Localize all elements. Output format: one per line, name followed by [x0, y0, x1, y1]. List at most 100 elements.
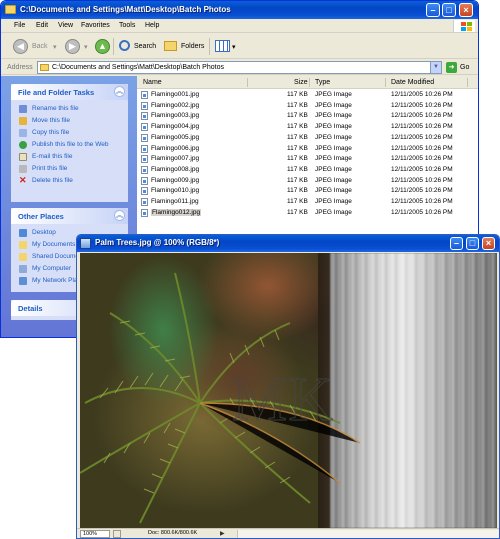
address-dropdown-icon[interactable]: ▼: [430, 62, 441, 73]
menu-bar: File Edit View Favorites Tools Help: [1, 19, 478, 33]
menu-file[interactable]: File: [14, 22, 25, 29]
go-arrow-icon[interactable]: ➜: [446, 62, 457, 73]
back-dropdown-icon[interactable]: ▾: [53, 43, 57, 51]
file-name[interactable]: Flamingo011.jpg: [151, 198, 199, 205]
menu-help[interactable]: Help: [145, 22, 159, 29]
explorer-title-bar[interactable]: C:\Documents and Settings\Matt\Desktop\B…: [1, 1, 478, 19]
zoom-field[interactable]: 100%: [80, 530, 110, 538]
file-row[interactable]: Flamingo008.jpg 117 KB JPEG Image 12/11/200…: [137, 165, 478, 175]
file-row[interactable]: Flamingo009.jpg 117 KB JPEG Image 12/11/200…: [137, 176, 478, 186]
go-button[interactable]: Go: [460, 64, 469, 71]
panel-title: Other Places: [18, 212, 64, 221]
address-bar: Address C:\Documents and Settings\Matt\D…: [1, 60, 478, 75]
jpeg-file-icon: [141, 176, 148, 185]
menu-edit[interactable]: Edit: [36, 22, 48, 29]
search-button[interactable]: Search: [134, 43, 156, 50]
file-name[interactable]: Flamingo009.jpg: [151, 177, 199, 184]
column-type[interactable]: Type: [315, 79, 330, 86]
photoshop-document-window: Palm Trees.jpg @ 100% (RGB/8*) – □ × MK …: [76, 234, 500, 539]
file-type: JPEG Image: [315, 198, 352, 205]
menu-tools[interactable]: Tools: [119, 22, 135, 29]
back-button-label[interactable]: Back: [32, 43, 48, 50]
task-label[interactable]: E-mail this file: [32, 153, 72, 160]
image-canvas[interactable]: MK: [80, 253, 497, 528]
file-date-modified: 12/11/2005 10:26 PM: [391, 123, 453, 131]
delete-icon: ✕: [19, 175, 27, 185]
explorer-window-title: C:\Documents and Settings\Matt\Desktop\B…: [20, 5, 231, 14]
document-title-bar[interactable]: Palm Trees.jpg @ 100% (RGB/8*) – □ ×: [77, 235, 499, 252]
place-label[interactable]: My Documents: [32, 241, 75, 248]
place-label[interactable]: Desktop: [32, 229, 56, 236]
column-divider[interactable]: [467, 78, 468, 87]
file-name[interactable]: Flamingo010.jpg: [151, 187, 199, 194]
folders-icon[interactable]: [164, 41, 177, 51]
file-name[interactable]: Flamingo003.jpg: [151, 112, 199, 119]
file-row[interactable]: Flamingo005.jpg 117 KB JPEG Image 12/11/200…: [137, 133, 478, 143]
file-name[interactable]: Flamingo007.jpg: [151, 155, 199, 162]
file-name[interactable]: Flamingo002.jpg: [151, 102, 199, 109]
folders-button[interactable]: Folders: [181, 43, 204, 50]
file-row[interactable]: Flamingo004.jpg 117 KB JPEG Image 12/11/200…: [137, 122, 478, 132]
jpeg-file-icon: [141, 155, 148, 164]
column-name[interactable]: Name: [143, 79, 162, 86]
forward-dropdown-icon[interactable]: ▾: [84, 43, 88, 51]
task-label[interactable]: Print this file: [32, 165, 67, 172]
file-name[interactable]: Flamingo004.jpg: [151, 123, 199, 130]
column-divider[interactable]: [385, 78, 386, 87]
maximize-button[interactable]: □: [466, 237, 479, 250]
task-label[interactable]: Copy this file: [32, 129, 69, 136]
file-row[interactable]: Flamingo006.jpg 117 KB JPEG Image 12/11/200…: [137, 144, 478, 154]
up-folder-icon[interactable]: ▲: [95, 39, 110, 54]
forward-arrow-icon[interactable]: ▶: [65, 39, 80, 54]
column-divider[interactable]: [247, 78, 248, 87]
horizontal-scrollbar[interactable]: [237, 530, 499, 538]
file-folder-tasks-header[interactable]: File and Folder Tasks ︽: [11, 84, 128, 100]
photoshop-document-icon: [80, 238, 91, 249]
status-menu-arrow-icon[interactable]: ▶: [220, 530, 225, 537]
jpeg-file-icon: [141, 198, 148, 206]
file-date-modified: 12/11/2005 10:26 PM: [391, 176, 453, 184]
file-date-modified: 12/11/2005 10:26 PM: [391, 208, 453, 216]
collapse-chevron-icon[interactable]: ︽: [114, 210, 125, 221]
column-divider[interactable]: [309, 78, 310, 87]
file-date-modified: 12/11/2005 10:26 PM: [391, 133, 453, 141]
back-arrow-icon[interactable]: ◀: [13, 39, 28, 54]
task-label[interactable]: Delete this file: [32, 177, 73, 184]
file-row[interactable]: Flamingo012.jpg 117 KB JPEG Image 12/11/200…: [137, 208, 478, 218]
file-name[interactable]: Flamingo005.jpg: [151, 134, 199, 141]
views-dropdown-icon[interactable]: ▾: [232, 43, 236, 51]
menu-favorites[interactable]: Favorites: [81, 22, 110, 29]
navigator-icon[interactable]: [113, 530, 121, 538]
doc-size-info: Doc: 800.6K/800.6K: [148, 530, 198, 536]
column-date-modified[interactable]: Date Modified: [391, 79, 434, 86]
close-button[interactable]: ×: [459, 3, 473, 17]
file-row[interactable]: Flamingo002.jpg 117 KB JPEG Image 12/11/200…: [137, 101, 478, 111]
close-button[interactable]: ×: [482, 237, 495, 250]
task-label[interactable]: Move this file: [32, 117, 70, 124]
menu-view[interactable]: View: [58, 22, 73, 29]
file-row[interactable]: Flamingo011.jpg 117 KB JPEG Image 12/11/200…: [137, 197, 478, 207]
file-name[interactable]: Flamingo008.jpg: [151, 166, 199, 173]
file-size: 117 KB: [287, 112, 308, 120]
task-label[interactable]: Publish this file to the Web: [32, 141, 108, 148]
file-row[interactable]: Flamingo010.jpg 117 KB JPEG Image 12/11/200…: [137, 186, 478, 196]
file-row[interactable]: Flamingo003.jpg 117 KB JPEG Image 12/11/200…: [137, 111, 478, 121]
maximize-button[interactable]: □: [442, 3, 456, 17]
file-name[interactable]: Flamingo012.jpg: [151, 208, 202, 216]
views-icon[interactable]: [215, 40, 230, 52]
address-path[interactable]: C:\Documents and Settings\Matt\Desktop\B…: [52, 64, 224, 71]
file-row[interactable]: Flamingo001.jpg 117 KB JPEG Image 12/11/200…: [137, 90, 478, 100]
other-places-header[interactable]: Other Places ︽: [11, 208, 128, 224]
collapse-chevron-icon[interactable]: ︽: [114, 86, 125, 97]
column-size[interactable]: Size: [294, 79, 308, 86]
file-type: JPEG Image: [315, 165, 352, 173]
address-field[interactable]: C:\Documents and Settings\Matt\Desktop\B…: [37, 61, 442, 74]
place-label[interactable]: My Computer: [32, 265, 71, 272]
file-name[interactable]: Flamingo006.jpg: [151, 145, 199, 152]
search-icon[interactable]: [119, 40, 130, 51]
file-name[interactable]: Flamingo001.jpg: [151, 91, 199, 98]
task-label[interactable]: Rename this file: [32, 105, 79, 112]
minimize-button[interactable]: –: [450, 237, 463, 250]
file-row[interactable]: Flamingo007.jpg 117 KB JPEG Image 12/11/200…: [137, 154, 478, 164]
minimize-button[interactable]: –: [426, 3, 440, 17]
